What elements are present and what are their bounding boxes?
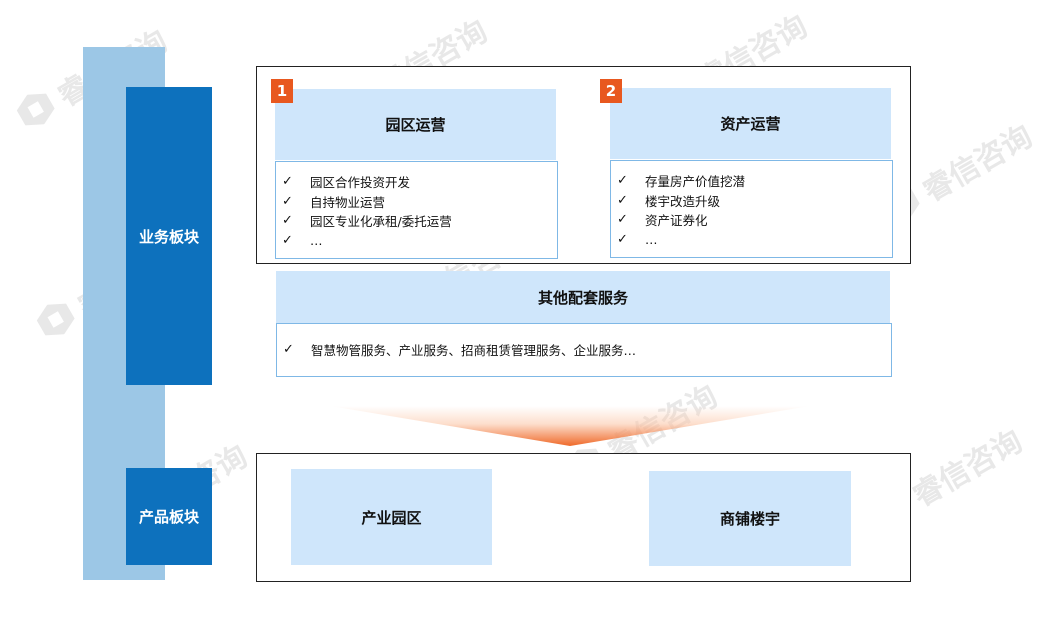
watermark-logo-icon [32,296,78,342]
checkmark-icon: ✓ [282,174,293,190]
list-item: ✓ 楼宇改造升级 [617,192,721,209]
list-item: ✓ 资产证券化 [617,212,708,229]
list-item: ✓ 园区专业化承租/委托运营 [282,213,452,230]
checkmark-icon: ✓ [617,192,628,208]
other-services-list-box: ✓ 智慧物管服务、产业服务、招商租赁管理服务、企业服务… [276,323,892,377]
park-operation-list-box: ✓ 园区合作投资开发 ✓ 自持物业运营 ✓ 园区专业化承租/委托运营 ✓… [275,161,558,259]
checkmark-icon: ✓ [617,173,628,189]
list-item: ✓ 存量房产价值挖潜 [617,173,746,190]
other-services-header: 其他配套服务 [276,271,890,323]
other-services-list: ✓ 智慧物管服务、产业服务、招商租赁管理服务、企业服务… [277,324,891,360]
asset-operation-list: ✓ 存量房产价值挖潜 ✓ 楼宇改造升级 ✓ 资产证券化 ✓… [611,161,892,249]
checkmark-icon: ✓ [282,193,293,209]
product-segment-label: 产品板块 [126,468,212,565]
checkmark-icon: ✓ [282,232,293,248]
asset-operation-title: 资产运营 [720,115,781,133]
asset-badge: 2 [600,79,622,103]
product-commercial-building: 商铺楼宇 [649,471,851,566]
asset-operation-header: 资产运营 [610,88,891,159]
other-services-title: 其他配套服务 [537,288,628,307]
checkmark-icon: ✓ [617,212,628,228]
list-item: ✓ 自持物业运营 [282,193,386,210]
checkmark-icon: ✓ [282,213,293,229]
list-item: ✓… [282,232,323,248]
watermark-logo-icon [12,86,58,132]
park-operation-header: 园区运营 [275,89,556,160]
checkmark-icon: ✓ [283,342,294,358]
park-badge: 1 [271,79,293,103]
park-operation-title: 园区运营 [385,116,446,134]
product-industrial-park: 产业园区 [291,469,492,565]
business-segment-label: 业务板块 [126,87,212,385]
list-item: ✓… [617,231,658,247]
asset-operation-list-box: ✓ 存量房产价值挖潜 ✓ 楼宇改造升级 ✓ 资产证券化 ✓… [610,160,893,258]
park-operation-list: ✓ 园区合作投资开发 ✓ 自持物业运营 ✓ 园区专业化承租/委托运营 ✓… [276,162,557,250]
list-item: ✓ 智慧物管服务、产业服务、招商租赁管理服务、企业服务… [283,342,637,359]
list-item: ✓ 园区合作投资开发 [282,174,411,191]
flow-arrow-icon [330,406,810,446]
checkmark-icon: ✓ [617,231,628,247]
